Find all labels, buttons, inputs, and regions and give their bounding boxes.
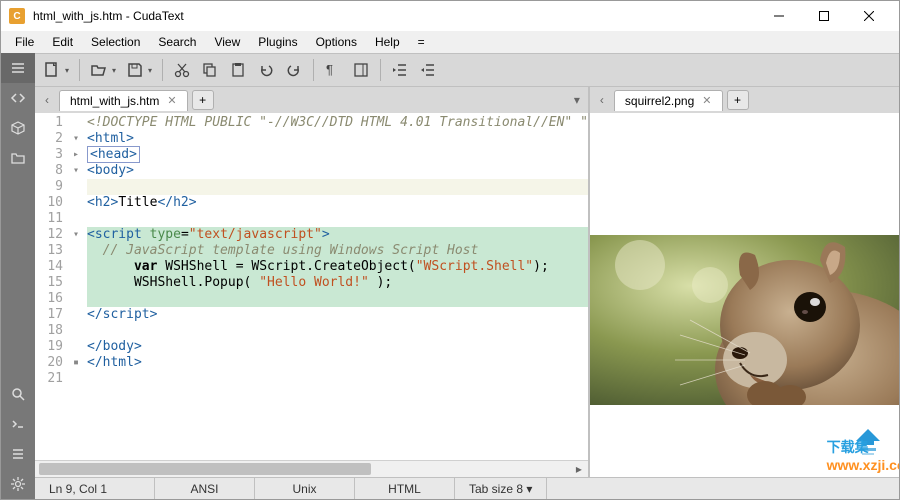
tab-menu-icon[interactable]: ▾ bbox=[570, 93, 584, 107]
redo-button[interactable] bbox=[281, 57, 307, 83]
menu-view[interactable]: View bbox=[206, 33, 248, 51]
status-encoding[interactable]: ANSI bbox=[155, 478, 255, 499]
panes: ‹ html_with_js.htm ✕ + ▾ 123891011121314… bbox=[35, 87, 899, 477]
watermark: 下载集 www.xzji.com bbox=[827, 437, 899, 473]
editor-pane: ‹ html_with_js.htm ✕ + ▾ 123891011121314… bbox=[35, 87, 590, 477]
unindent-button[interactable] bbox=[415, 57, 441, 83]
code-line[interactable]: </body> bbox=[87, 339, 588, 355]
open-file-button[interactable] bbox=[86, 57, 112, 83]
titlebar: C html_with_js.htm - CudaText bbox=[1, 1, 899, 31]
save-button[interactable] bbox=[122, 57, 148, 83]
status-position[interactable]: Ln 9, Col 1 bbox=[35, 478, 155, 499]
cut-button[interactable] bbox=[169, 57, 195, 83]
image-viewer[interactable]: 下载集 www.xzji.com bbox=[590, 113, 899, 477]
menu-plugins[interactable]: Plugins bbox=[250, 33, 305, 51]
indent-button[interactable] bbox=[387, 57, 413, 83]
tab-close-icon[interactable]: ✕ bbox=[702, 94, 711, 107]
new-dropdown-icon[interactable]: ▾ bbox=[65, 66, 73, 75]
sidebar-list-icon[interactable] bbox=[1, 439, 35, 469]
sidebar-menu-icon[interactable] bbox=[1, 53, 35, 83]
code-line[interactable]: // JavaScript template using Windows Scr… bbox=[87, 243, 588, 259]
minimize-button[interactable] bbox=[756, 1, 801, 31]
status-lexer[interactable]: HTML bbox=[355, 478, 455, 499]
tab-add-button[interactable]: + bbox=[727, 90, 749, 110]
close-button[interactable] bbox=[846, 1, 891, 31]
app-icon: C bbox=[9, 8, 25, 24]
sidebar-code-icon[interactable] bbox=[1, 83, 35, 113]
statusbar: Ln 9, Col 1 ANSI Unix HTML Tab size 8 ▾ bbox=[35, 477, 899, 499]
sidebar-search-icon[interactable] bbox=[1, 379, 35, 409]
menu-help[interactable]: Help bbox=[367, 33, 408, 51]
tab-prev-icon[interactable]: ‹ bbox=[39, 93, 55, 107]
new-file-button[interactable] bbox=[39, 57, 65, 83]
code-line[interactable] bbox=[87, 371, 588, 387]
paste-button[interactable] bbox=[225, 57, 251, 83]
menu-file[interactable]: File bbox=[7, 33, 42, 51]
unprinted-button[interactable]: ¶ bbox=[320, 57, 346, 83]
fold-column[interactable]: ▾▸▾ ▾ ▪ bbox=[69, 113, 83, 460]
code-line[interactable] bbox=[87, 179, 588, 195]
code-line[interactable]: </script> bbox=[87, 307, 588, 323]
sidebar-settings-icon[interactable] bbox=[1, 469, 35, 499]
menu-edit[interactable]: Edit bbox=[44, 33, 81, 51]
status-tabsize[interactable]: Tab size 8 ▾ bbox=[455, 478, 547, 499]
menu-selection[interactable]: Selection bbox=[83, 33, 148, 51]
code-line[interactable] bbox=[87, 211, 588, 227]
menu-options[interactable]: Options bbox=[308, 33, 365, 51]
image-pane: ‹ squirrel2.png ✕ + ▾ bbox=[590, 87, 899, 477]
code-line[interactable]: var WSHShell = WScript.CreateObject("WSc… bbox=[87, 259, 588, 275]
horizontal-scrollbar[interactable]: ▸ bbox=[35, 460, 588, 477]
sidebar bbox=[1, 53, 35, 499]
gutter: 12389101112131415161718192021 bbox=[35, 113, 69, 460]
code-line[interactable]: <script type="text/javascript"> bbox=[87, 227, 588, 243]
maximize-button[interactable] bbox=[801, 1, 846, 31]
tab-close-icon[interactable]: ✕ bbox=[167, 94, 176, 107]
status-line-ends[interactable]: Unix bbox=[255, 478, 355, 499]
watermark-text-1: 下载集 bbox=[827, 439, 869, 455]
save-dropdown-icon[interactable]: ▾ bbox=[148, 66, 156, 75]
code-line[interactable] bbox=[87, 291, 588, 307]
editor-tabbar: ‹ html_with_js.htm ✕ + ▾ bbox=[35, 87, 588, 113]
code-line[interactable]: <body> bbox=[87, 163, 588, 179]
tab-label: html_with_js.htm bbox=[70, 94, 159, 108]
sidebar-terminal-icon[interactable] bbox=[1, 409, 35, 439]
code-line[interactable] bbox=[87, 323, 588, 339]
content: ▾ ▾ ▾ ¶ ‹ html_wi bbox=[35, 53, 899, 499]
code-line[interactable]: <head> bbox=[87, 147, 588, 163]
editor-body[interactable]: 12389101112131415161718192021 ▾▸▾ ▾ ▪ <!… bbox=[35, 113, 588, 460]
sidebar-box-icon[interactable] bbox=[1, 113, 35, 143]
main-area: ▾ ▾ ▾ ¶ ‹ html_wi bbox=[1, 53, 899, 499]
toolbar: ▾ ▾ ▾ ¶ bbox=[35, 53, 899, 87]
image-tabbar: ‹ squirrel2.png ✕ + ▾ bbox=[590, 87, 899, 113]
status-message bbox=[547, 478, 899, 499]
tab-prev-icon[interactable]: ‹ bbox=[594, 93, 610, 107]
menu-=[interactable]: = bbox=[410, 33, 433, 51]
undo-button[interactable] bbox=[253, 57, 279, 83]
sidebar-folder-icon[interactable] bbox=[1, 143, 35, 173]
tab-add-button[interactable]: + bbox=[192, 90, 214, 110]
open-dropdown-icon[interactable]: ▾ bbox=[112, 66, 120, 75]
code-line[interactable]: <html> bbox=[87, 131, 588, 147]
svg-text:¶: ¶ bbox=[326, 62, 333, 77]
code-line[interactable]: <!DOCTYPE HTML PUBLIC "-//W3C//DTD HTML … bbox=[87, 115, 588, 131]
window-title: html_with_js.htm - CudaText bbox=[33, 9, 756, 23]
copy-button[interactable] bbox=[197, 57, 223, 83]
code-line[interactable]: WSHShell.Popup( "Hello World!" ); bbox=[87, 275, 588, 291]
code-line[interactable]: <h2>Title</h2> bbox=[87, 195, 588, 211]
menubar: FileEditSelectionSearchViewPluginsOption… bbox=[1, 31, 899, 53]
minimap-button[interactable] bbox=[348, 57, 374, 83]
code-area[interactable]: <!DOCTYPE HTML PUBLIC "-//W3C//DTD HTML … bbox=[83, 113, 588, 460]
tab-image-file[interactable]: squirrel2.png ✕ bbox=[614, 90, 723, 111]
code-line[interactable]: </html> bbox=[87, 355, 588, 371]
tab-html-file[interactable]: html_with_js.htm ✕ bbox=[59, 90, 188, 111]
squirrel-image bbox=[590, 235, 899, 405]
watermark-text-2: www.xzji.com bbox=[827, 457, 899, 473]
menu-search[interactable]: Search bbox=[150, 33, 204, 51]
tab-label: squirrel2.png bbox=[625, 94, 694, 108]
